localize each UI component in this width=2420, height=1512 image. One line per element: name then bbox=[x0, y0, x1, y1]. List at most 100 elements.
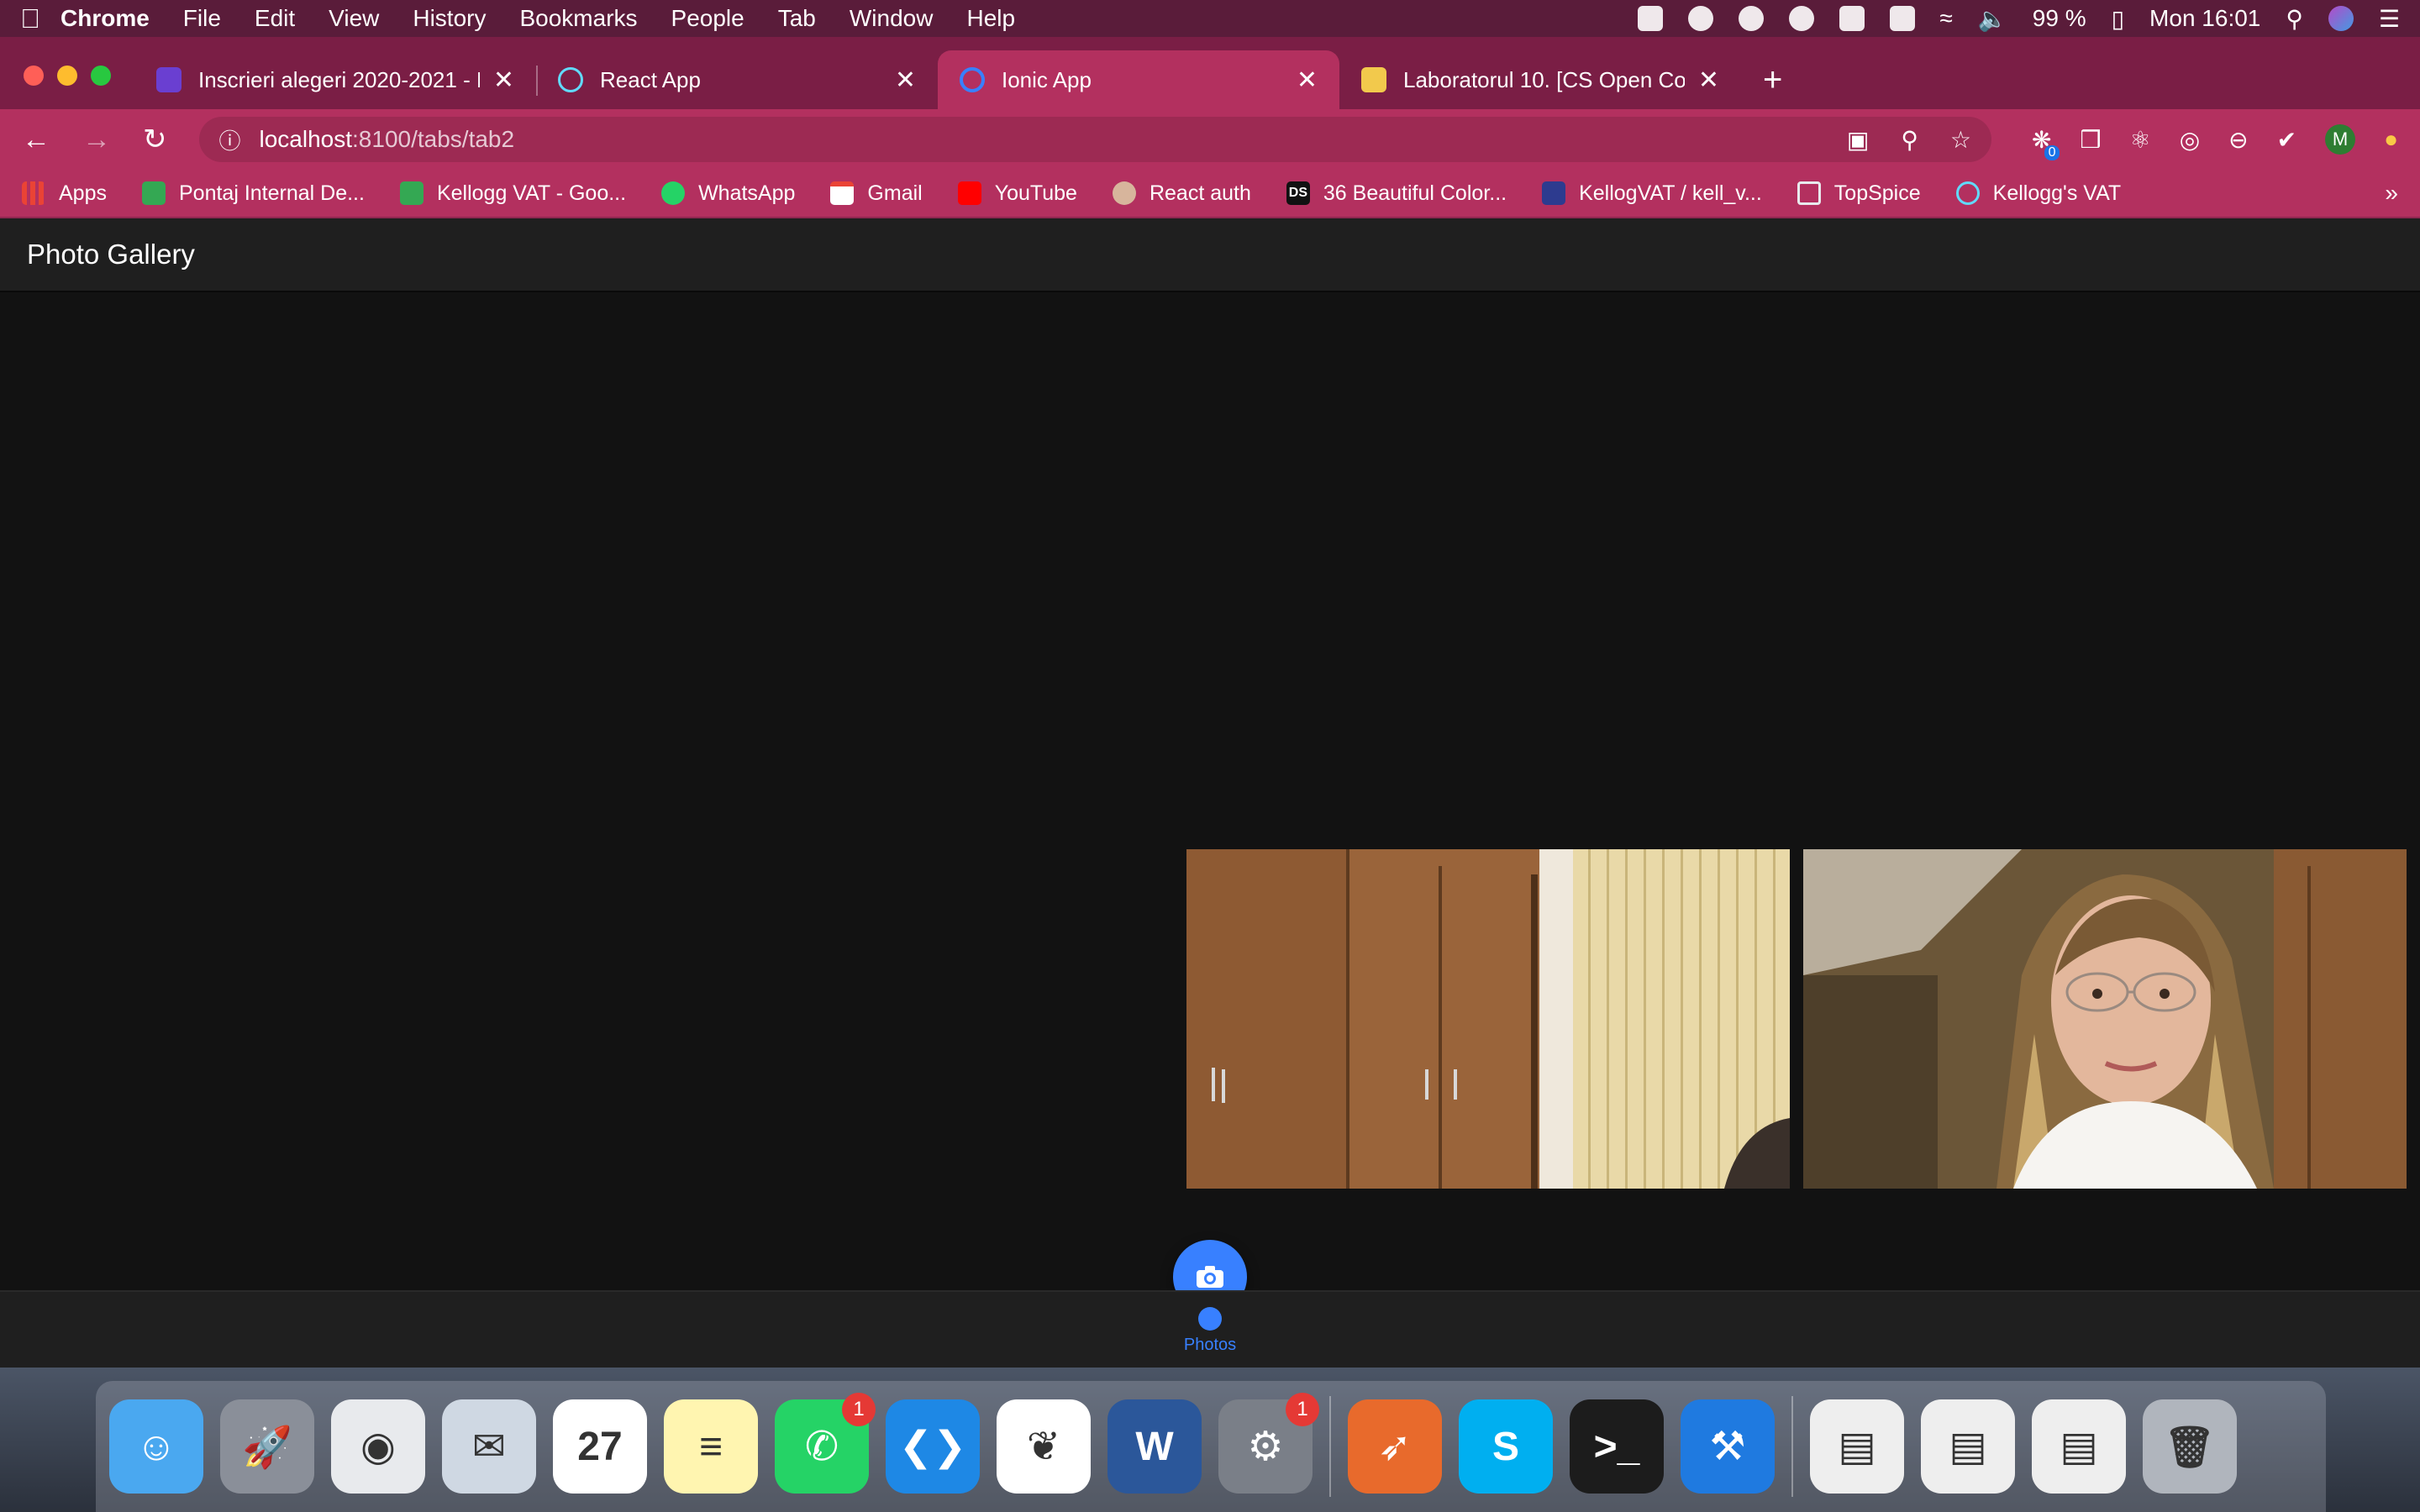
battery-icon[interactable]: ▯ bbox=[2112, 5, 2124, 33]
bookmark-folder-topspice[interactable]: TopSpice bbox=[1797, 181, 1921, 206]
rocket-typist-icon[interactable]: ➶ bbox=[1348, 1399, 1442, 1494]
wifi-icon[interactable]: ≈ bbox=[1940, 5, 1953, 32]
bookmark-36-beautiful-color[interactable]: DS 36 Beautiful Color... bbox=[1286, 181, 1507, 206]
zoom-window-button[interactable] bbox=[91, 66, 111, 86]
xcode-icon[interactable]: ⚒ bbox=[1681, 1399, 1775, 1494]
trash-icon[interactable]: 🗑 bbox=[2143, 1399, 2237, 1494]
extension-badge-icon[interactable]: ❋ 0 bbox=[2032, 126, 2060, 160]
minimize-window-button[interactable] bbox=[57, 66, 77, 86]
battery-percent[interactable]: 99 % bbox=[2033, 5, 2086, 32]
vscode-icon[interactable]: ❮❯ bbox=[886, 1399, 980, 1494]
ionic-page: Photo Gallery Photos bbox=[0, 218, 2420, 1368]
document-icon[interactable]: ▤ bbox=[1810, 1399, 1904, 1494]
bookmarks-bar: Apps Pontaj Internal De... Kellogg VAT -… bbox=[0, 170, 2420, 218]
back-button[interactable]: ← bbox=[22, 123, 50, 156]
notification-center-icon[interactable]: ☰ bbox=[2379, 5, 2400, 33]
menu-bookmarks[interactable]: Bookmarks bbox=[519, 5, 637, 32]
gallery-photo-wardrobe[interactable] bbox=[1186, 849, 1790, 1189]
terminal-icon[interactable]: >_ bbox=[1570, 1399, 1664, 1494]
tab-inscrieri-alegeri[interactable]: Inscrieri alegeri 2020-2021 - Fo ✕ bbox=[134, 50, 536, 109]
reload-button[interactable]: ↻ bbox=[143, 123, 167, 156]
tab-laboratorul-10[interactable]: Laboratorul 10. [CS Open Cour ✕ bbox=[1339, 50, 1741, 109]
chrome-icon[interactable]: ◉ bbox=[331, 1399, 425, 1494]
apps-grid-icon bbox=[22, 181, 45, 205]
bartender-icon[interactable] bbox=[1839, 6, 1865, 31]
todo-check-icon[interactable] bbox=[1637, 6, 1663, 31]
calendar-icon[interactable]: 27 bbox=[553, 1399, 647, 1494]
word-document-icon[interactable]: ▤ bbox=[2032, 1399, 2126, 1494]
extension-block-icon[interactable]: ⊖ bbox=[2228, 126, 2248, 154]
vpn-shield-icon[interactable] bbox=[1788, 6, 1814, 31]
notes-icon[interactable]: ≡ bbox=[664, 1399, 758, 1494]
sync-status-icon[interactable] bbox=[1738, 6, 1764, 31]
close-tab-icon[interactable]: ✕ bbox=[1297, 66, 1318, 95]
tab-photos[interactable]: Photos bbox=[1176, 1307, 1244, 1355]
volume-icon[interactable]: 🔈 bbox=[1978, 5, 2007, 33]
ionic-icon bbox=[960, 67, 985, 92]
chrome-window: Inscrieri alegeri 2020-2021 - Fo ✕ React… bbox=[0, 37, 2420, 1368]
macos-dock: ☺ 🚀 ◉ ✉ 27 ≡ ✆ 1 ❮❯ ❦ W ⚙ 1 ➶ S >_ ⚒ ▤ ▤ ▤ 🗑 bbox=[96, 1381, 2326, 1512]
extension-tabs-icon[interactable]: ❒ bbox=[2080, 126, 2101, 154]
zoom-icon[interactable]: ⚲ bbox=[1901, 126, 1918, 154]
bookmark-apps[interactable]: Apps bbox=[22, 181, 107, 206]
bookmark-whatsapp[interactable]: WhatsApp bbox=[661, 181, 795, 206]
react-devtools-icon[interactable]: ⚛ bbox=[2130, 126, 2151, 154]
menu-view[interactable]: View bbox=[329, 5, 379, 32]
input-source-icon[interactable] bbox=[1889, 6, 1915, 31]
tab-label: Laboratorul 10. [CS Open Cour bbox=[1403, 66, 1685, 92]
bookmark-label: Gmail bbox=[867, 181, 923, 205]
extension-badge-count: 0 bbox=[2044, 144, 2060, 160]
forward-button[interactable]: → bbox=[82, 123, 111, 156]
menu-history[interactable]: History bbox=[413, 5, 486, 32]
site-info-icon[interactable]: ⓘ bbox=[219, 124, 241, 155]
launchpad-icon[interactable]: 🚀 bbox=[220, 1399, 314, 1494]
menu-app-name[interactable]: Chrome bbox=[60, 5, 150, 32]
menu-file[interactable]: File bbox=[183, 5, 221, 32]
tab-react-app[interactable]: React App ✕ bbox=[536, 50, 938, 109]
close-tab-icon[interactable]: ✕ bbox=[493, 66, 514, 95]
bookmarks-overflow-button[interactable]: » bbox=[2385, 180, 2398, 207]
whatsapp-icon[interactable]: ✆ 1 bbox=[775, 1393, 876, 1494]
close-window-button[interactable] bbox=[24, 66, 44, 86]
selfie-photo-image bbox=[1803, 849, 2407, 1189]
word-icon[interactable]: W bbox=[1107, 1399, 1202, 1494]
bookmark-kellogg-vat-sheet[interactable]: Kellogg VAT - Goo... bbox=[399, 181, 626, 206]
menu-edit[interactable]: Edit bbox=[255, 5, 295, 32]
finder-icon[interactable]: ☺ bbox=[109, 1399, 203, 1494]
document-icon[interactable]: ▤ bbox=[1921, 1399, 2015, 1494]
tab-ionic-app[interactable]: Ionic App ✕ bbox=[938, 50, 1339, 109]
apple-menu-icon[interactable]:  bbox=[20, 3, 60, 34]
gallery-photo-selfie[interactable] bbox=[1803, 849, 2407, 1189]
bookmark-label: Pontaj Internal De... bbox=[178, 181, 365, 205]
system-preferences-icon[interactable]: ⚙ 1 bbox=[1218, 1393, 1319, 1494]
menu-tab[interactable]: Tab bbox=[778, 5, 816, 32]
bookmark-gmail[interactable]: Gmail bbox=[830, 181, 923, 206]
bookmark-kelloggs-vat[interactable]: Kellogg's VAT bbox=[1955, 181, 2121, 206]
rocket-status-icon[interactable] bbox=[1687, 6, 1713, 31]
menu-people[interactable]: People bbox=[671, 5, 744, 32]
bookmark-react-auth[interactable]: React auth bbox=[1112, 181, 1251, 206]
spotlight-search-icon[interactable]: ⚲ bbox=[2286, 5, 2303, 33]
mail-icon[interactable]: ✉ bbox=[442, 1399, 536, 1494]
menu-help[interactable]: Help bbox=[966, 5, 1015, 32]
extension-yellow-icon[interactable]: ● bbox=[2384, 126, 2398, 153]
photos-tab-icon bbox=[1198, 1307, 1222, 1331]
bookmark-pontaj[interactable]: Pontaj Internal De... bbox=[141, 181, 365, 206]
address-bar[interactable]: ⓘ localhost:8100/tabs/tab2 ▣ ⚲ ☆ bbox=[198, 117, 1992, 162]
close-tab-icon[interactable]: ✕ bbox=[895, 66, 916, 95]
mongodb-icon[interactable]: ❦ bbox=[997, 1399, 1091, 1494]
bookmark-youtube[interactable]: YouTube bbox=[957, 181, 1077, 206]
new-tab-button[interactable]: + bbox=[1763, 61, 1782, 99]
bookmark-kellogvat-repo[interactable]: KellogVAT / kell_v... bbox=[1542, 181, 1762, 206]
extension-target-icon[interactable]: ◎ bbox=[2180, 126, 2200, 154]
menu-window[interactable]: Window bbox=[850, 5, 934, 32]
close-tab-icon[interactable]: ✕ bbox=[1698, 66, 1719, 95]
bookmark-star-icon[interactable]: ☆ bbox=[1950, 126, 1971, 154]
camera-in-use-icon[interactable]: ▣ bbox=[1847, 126, 1869, 154]
profile-avatar[interactable]: M bbox=[2325, 124, 2356, 155]
extension-check-icon[interactable]: ✔ bbox=[2277, 126, 2296, 154]
clock[interactable]: Mon 16:01 bbox=[2149, 5, 2260, 32]
siri-icon[interactable] bbox=[2328, 6, 2354, 31]
skype-icon[interactable]: S bbox=[1459, 1399, 1553, 1494]
bookmark-label: Apps bbox=[59, 181, 107, 205]
